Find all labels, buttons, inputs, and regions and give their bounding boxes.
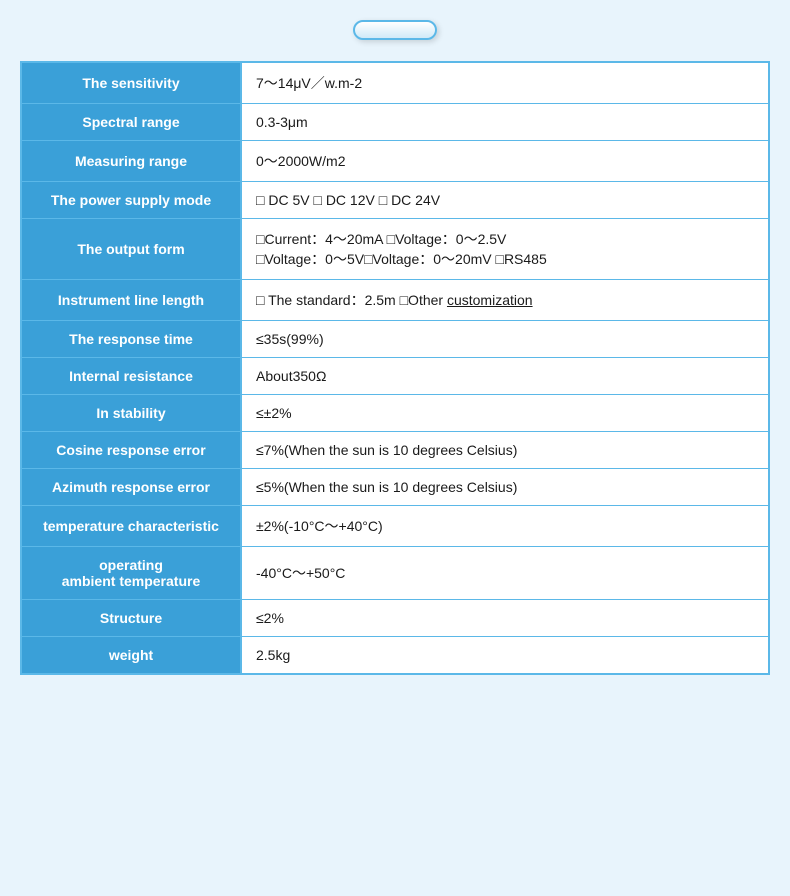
instrument-standard: □ The standard：2.5m □Other <box>256 292 447 308</box>
table-row: Structure≤2% <box>21 600 769 637</box>
row-value-11: ±2%(-10°C～+40°C) <box>241 506 769 547</box>
table-row: Instrument line length□ The standard：2.5… <box>21 280 769 321</box>
table-row: weight2.5kg <box>21 637 769 675</box>
row-label-11: temperature characteristic <box>21 506 241 547</box>
table-row: Azimuth response error≤5%(When the sun i… <box>21 469 769 506</box>
row-value-1: 0.3-3μm <box>241 104 769 141</box>
row-label-1: Spectral range <box>21 104 241 141</box>
table-row: The output form□Current：4～20mA □Voltage：… <box>21 219 769 280</box>
table-row: Measuring range0～2000W/m2 <box>21 141 769 182</box>
value-line-1: □Voltage：0～5V□Voltage：0～20mV □RS485 <box>256 249 754 269</box>
row-value-4: □Current：4～20mA □Voltage：0～2.5V□Voltage：… <box>241 219 769 280</box>
row-label-8: In stability <box>21 395 241 432</box>
row-value-2: 0～2000W/m2 <box>241 141 769 182</box>
row-value-5: □ The standard：2.5m □Other customization <box>241 280 769 321</box>
row-value-10: ≤5%(When the sun is 10 degrees Celsius) <box>241 469 769 506</box>
row-value-6: ≤35s(99%) <box>241 321 769 358</box>
row-label-6: The response time <box>21 321 241 358</box>
table-row: temperature characteristic±2%(-10°C～+40°… <box>21 506 769 547</box>
table-row: Spectral range0.3-3μm <box>21 104 769 141</box>
value-line-0: □Current：4～20mA □Voltage：0～2.5V <box>256 229 754 249</box>
table-row: The power supply mode□ DC 5V □ DC 12V □ … <box>21 182 769 219</box>
table-row: The sensitivity7～14μV／w.m-2 <box>21 62 769 104</box>
row-value-9: ≤7%(When the sun is 10 degrees Celsius) <box>241 432 769 469</box>
row-label-0: The sensitivity <box>21 62 241 104</box>
row-label-10: Azimuth response error <box>21 469 241 506</box>
row-value-12: -40°C～+50°C <box>241 547 769 600</box>
row-value-3: □ DC 5V □ DC 12V □ DC 24V <box>241 182 769 219</box>
table-row: Cosine response error≤7%(When the sun is… <box>21 432 769 469</box>
title-box <box>353 20 437 40</box>
row-label-3: The power supply mode <box>21 182 241 219</box>
row-value-8: ≤±2% <box>241 395 769 432</box>
row-label-12: operating ambient temperature <box>21 547 241 600</box>
row-value-7: About350Ω <box>241 358 769 395</box>
instrument-customization: customization <box>447 292 533 308</box>
row-value-13: ≤2% <box>241 600 769 637</box>
row-label-9: Cosine response error <box>21 432 241 469</box>
row-value-0: 7～14μV／w.m-2 <box>241 62 769 104</box>
row-label-5: Instrument line length <box>21 280 241 321</box>
row-label-14: weight <box>21 637 241 675</box>
row-label-2: Measuring range <box>21 141 241 182</box>
table-row: The response time≤35s(99%) <box>21 321 769 358</box>
table-row: In stability≤±2% <box>21 395 769 432</box>
table-row: Internal resistanceAbout350Ω <box>21 358 769 395</box>
product-table: The sensitivity7～14μV／w.m-2Spectral rang… <box>20 61 770 675</box>
title-container <box>20 20 770 45</box>
row-label-4: The output form <box>21 219 241 280</box>
page-wrapper: NiuBoL NiuB NiuBoL The sensitivity7～14μV… <box>10 10 780 685</box>
row-label-7: Internal resistance <box>21 358 241 395</box>
row-value-14: 2.5kg <box>241 637 769 675</box>
table-row: operating ambient temperature-40°C～+50°C <box>21 547 769 600</box>
row-label-13: Structure <box>21 600 241 637</box>
